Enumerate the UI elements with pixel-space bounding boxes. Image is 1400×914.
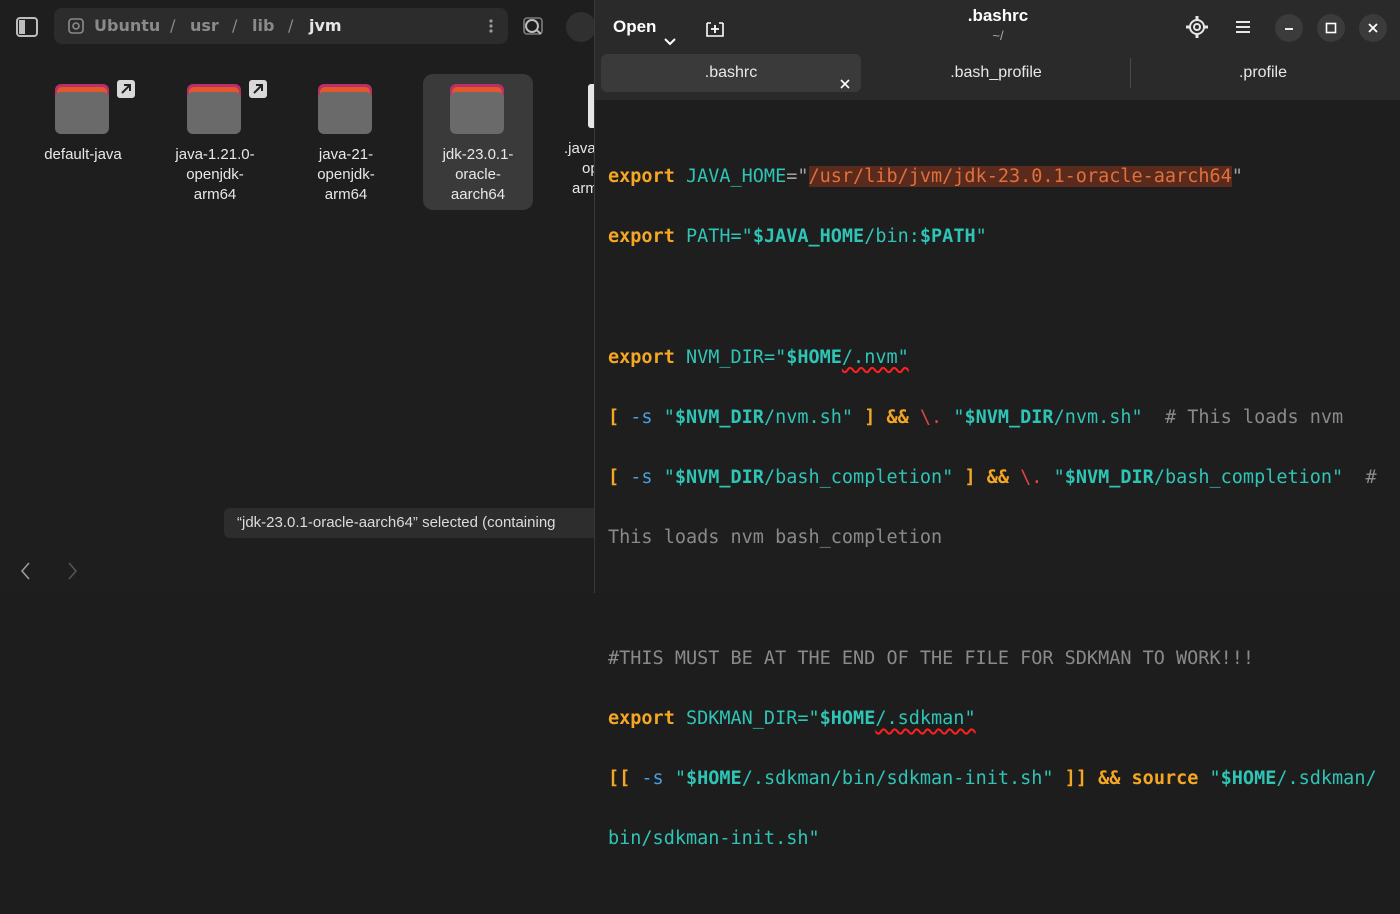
code-line: export PATH="$JAVA_HOME/bin:$PATH" bbox=[608, 226, 987, 248]
breadcrumb-separator: / bbox=[232, 16, 238, 35]
code-line: export JAVA_HOME="/usr/lib/jvm/jdk-23.0.… bbox=[608, 166, 1243, 188]
file-item-jinfo[interactable]: .java op arm bbox=[556, 74, 596, 199]
folder-icon bbox=[187, 80, 267, 134]
tab-bash-profile[interactable]: .bash_profile bbox=[863, 54, 1129, 92]
folder-label: java-21- openjdk- arm64 bbox=[317, 146, 375, 203]
close-icon bbox=[1368, 23, 1378, 33]
sidebar-toggle-icon[interactable] bbox=[14, 14, 40, 40]
code-line: [[ -s "$HOME/.sdkman/bin/sdkman-init.sh"… bbox=[608, 767, 1377, 789]
breadcrumb-separator: / bbox=[288, 16, 294, 35]
tab-label: .bashrc bbox=[704, 64, 758, 81]
code-line: bin/sdkman-init.sh" bbox=[608, 828, 820, 850]
breadcrumb-jvm[interactable]: jvm bbox=[309, 16, 342, 35]
folder-item-java-21-openjdk-arm64[interactable]: java-21- openjdk- arm64 bbox=[291, 74, 401, 205]
code-editor[interactable]: export JAVA_HOME="/usr/lib/jvm/jdk-23.0.… bbox=[608, 132, 1388, 914]
code-line: This loads nvm bash_completion bbox=[608, 527, 943, 549]
code-line: [ -s "$NVM_DIR/nvm.sh" ] && \. "$NVM_DIR… bbox=[608, 406, 1344, 428]
tab-bashrc[interactable]: .bashrc bbox=[601, 54, 861, 92]
file-label: .java op arm bbox=[564, 140, 596, 197]
hamburger-menu-icon[interactable] bbox=[1230, 14, 1256, 40]
close-tab-icon[interactable] bbox=[839, 67, 851, 89]
code-line: export NVM_DIR="$HOME/.nvm" bbox=[608, 346, 909, 368]
forward-arrow-icon[interactable] bbox=[64, 560, 80, 582]
text-editor-window: Open .bashrc ~/ .bashrc .bash_profile .p… bbox=[594, 0, 1400, 849]
folder-label: default-java bbox=[44, 146, 122, 163]
drive-icon bbox=[67, 17, 85, 35]
folder-item-default-java[interactable]: default-java bbox=[28, 74, 138, 165]
minimize-icon bbox=[1285, 28, 1293, 30]
breadcrumb-usr[interactable]: usr bbox=[190, 16, 219, 35]
search-icon[interactable] bbox=[522, 14, 546, 38]
tab-bar: .bashrc .bash_profile .profile bbox=[595, 54, 1400, 94]
kebab-menu-icon[interactable] bbox=[488, 16, 494, 36]
folder-label: jdk-23.0.1- oracle- aarch64 bbox=[442, 146, 514, 203]
close-button[interactable] bbox=[1359, 14, 1387, 42]
code-line: [ -s "$NVM_DIR/bash_completion" ] && \. … bbox=[608, 467, 1377, 489]
folder-item-java-1-21-0-openjdk-arm64[interactable]: java-1.21.0- openjdk- arm64 bbox=[160, 74, 270, 205]
symlink-arrow-icon bbox=[249, 80, 267, 98]
folder-item-jdk-23-0-1-oracle-aarch64[interactable]: jdk-23.0.1- oracle- aarch64 bbox=[423, 74, 533, 210]
gear-icon[interactable] bbox=[1184, 14, 1210, 40]
breadcrumb-separator: / bbox=[170, 16, 176, 35]
tab-profile[interactable]: .profile bbox=[1131, 54, 1395, 92]
maximize-button[interactable] bbox=[1317, 14, 1345, 42]
tab-label: .profile bbox=[1238, 64, 1288, 81]
symlink-arrow-icon bbox=[117, 80, 135, 98]
back-arrow-icon[interactable] bbox=[18, 560, 34, 582]
tab-label: .bash_profile bbox=[950, 64, 1042, 81]
minimize-button[interactable] bbox=[1275, 14, 1303, 42]
status-bar: “jdk-23.0.1-oracle-aarch64” selected (co… bbox=[224, 508, 637, 538]
breadcrumb-ubuntu[interactable]: Ubuntu bbox=[94, 16, 160, 35]
maximize-icon bbox=[1325, 22, 1337, 34]
code-line: #THIS MUST BE AT THE END OF THE FILE FOR… bbox=[608, 647, 1255, 669]
folder-icon bbox=[450, 84, 506, 134]
path-bar[interactable]: Ubuntu / usr / lib / jvm bbox=[54, 8, 508, 44]
code-line: export SDKMAN_DIR="$HOME/.sdkman" bbox=[608, 707, 976, 729]
file-manager-window: Ubuntu / usr / lib / jvm default-java ja… bbox=[0, 0, 637, 593]
folder-icon bbox=[55, 80, 135, 134]
folder-label: java-1.21.0- openjdk- arm64 bbox=[175, 146, 255, 203]
folder-icon bbox=[318, 84, 374, 134]
editor-header-bar: Open .bashrc ~/ .bashrc .bash_profile .p… bbox=[595, 0, 1400, 100]
breadcrumb-lib[interactable]: lib bbox=[252, 16, 274, 35]
menu-button[interactable] bbox=[566, 12, 596, 42]
